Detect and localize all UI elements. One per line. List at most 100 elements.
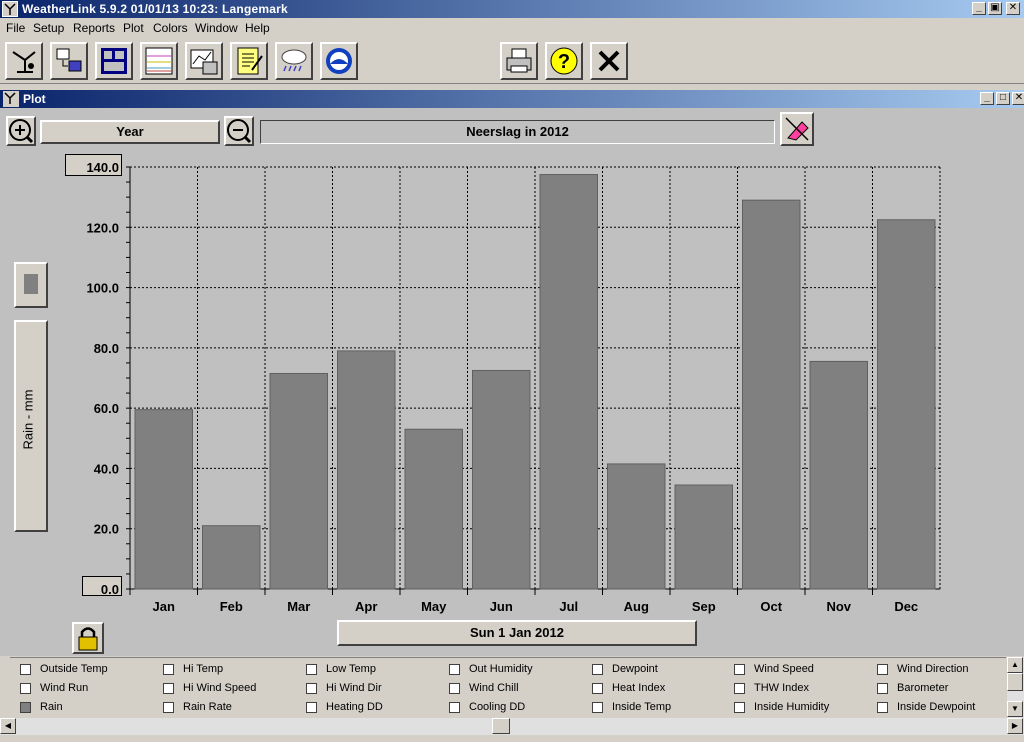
checkbox-box[interactable] — [20, 683, 31, 694]
plot-maximize-button[interactable]: □ — [996, 92, 1010, 105]
menu-reports[interactable]: Reports — [73, 21, 115, 35]
horizontal-scroll-thumb[interactable] — [492, 718, 510, 734]
close-window-button[interactable]: ✕ — [1006, 2, 1020, 15]
x-tick-label: Dec — [894, 599, 918, 614]
noaa-icon[interactable] — [320, 42, 358, 80]
svg-text:?: ? — [558, 51, 570, 73]
plot-window-icon[interactable] — [3, 91, 19, 107]
variable-checklist: Outside Temp Wind Run Rain Hi Temp Hi Wind S… — [10, 657, 1006, 718]
vertical-scroll-thumb[interactable] — [1007, 673, 1023, 691]
notebook-icon[interactable] — [230, 42, 268, 80]
bar-aug — [607, 463, 666, 590]
checkbox-label: Wind Speed — [754, 663, 814, 675]
checkbox-label: Wind Chill — [469, 682, 519, 694]
checkbox-box[interactable] — [592, 702, 603, 713]
app-icon[interactable] — [2, 1, 18, 17]
checkbox-box[interactable] — [306, 683, 317, 694]
scroll-up-button[interactable]: ▲ — [1007, 657, 1023, 673]
y-tick-label: 40.0 — [94, 461, 119, 476]
scroll-left-button[interactable]: ◀ — [0, 718, 16, 734]
checkbox-box[interactable] — [877, 702, 888, 713]
checkbox-box[interactable] — [592, 664, 603, 675]
checkbox-label: Dewpoint — [612, 663, 658, 675]
checkbox-box[interactable] — [449, 702, 460, 713]
x-tick-label: Jan — [153, 599, 175, 614]
toolbar: ? — [0, 38, 1024, 84]
checkbox-label: Out Humidity — [469, 663, 533, 675]
close-icon[interactable] — [590, 42, 628, 80]
x-tick-label: Nov — [826, 599, 851, 614]
station-icon[interactable] — [5, 42, 43, 80]
checkbox-label: Hi Wind Dir — [326, 682, 382, 694]
plot-icon[interactable] — [185, 42, 223, 80]
checkbox-box[interactable] — [163, 664, 174, 675]
x-tick-label: Oct — [760, 599, 782, 614]
help-icon[interactable]: ? — [545, 42, 583, 80]
scroll-down-button[interactable]: ▼ — [1007, 701, 1023, 717]
x-tick-label: May — [421, 599, 447, 614]
menu-colors[interactable]: Colors — [153, 21, 188, 35]
x-tick-label: Aug — [624, 599, 649, 614]
checkbox-box[interactable] — [449, 664, 460, 675]
bar-dec — [877, 219, 936, 590]
checkbox-label: Heating DD — [326, 701, 383, 713]
checkbox-box[interactable] — [163, 683, 174, 694]
checkbox-box[interactable] — [877, 683, 888, 694]
plot-close-button[interactable]: ✕ — [1012, 92, 1024, 105]
download-icon[interactable] — [50, 42, 88, 80]
strip-chart-icon[interactable] — [140, 42, 178, 80]
lock-icon — [78, 627, 98, 651]
vertical-scrollbar[interactable]: ▲ ▼ — [1007, 657, 1024, 718]
app-title-bar: WeatherLink 5.9.2 01/01/13 10:23: Langem… — [0, 0, 1024, 18]
bar-feb — [202, 525, 261, 590]
bar-sep — [674, 484, 733, 590]
menu-plot[interactable]: Plot — [123, 21, 144, 35]
bulletin-icon[interactable] — [95, 42, 133, 80]
checkbox-box[interactable] — [449, 683, 460, 694]
checkbox-box[interactable] — [306, 664, 317, 675]
checkbox-box[interactable] — [592, 683, 603, 694]
app-title: WeatherLink 5.9.2 01/01/13 10:23: Langem… — [22, 2, 288, 16]
checkbox-box[interactable] — [877, 664, 888, 675]
restore-button[interactable]: ▣ — [988, 2, 1002, 15]
checkbox-label: Inside Dewpoint — [897, 701, 976, 713]
plot-window-title-bar: Plot _ □ ✕ — [0, 90, 1024, 108]
date-selector[interactable]: Sun 1 Jan 2012 — [337, 620, 697, 646]
x-tick-label: Apr — [355, 599, 377, 614]
menu-file[interactable]: File — [6, 21, 25, 35]
rain-bar-chart: 0.0 20.0 40.0 60.0 80.0 100.0 120.0 140.0 Jan Feb… — [86, 160, 941, 614]
plot-minimize-button[interactable]: _ — [980, 92, 994, 105]
y-tick-label: 80.0 — [94, 341, 119, 356]
lock-button[interactable] — [72, 622, 104, 654]
weather-cloud-icon[interactable] — [275, 42, 313, 80]
checkbox-box[interactable] — [734, 664, 745, 675]
checkbox-box[interactable] — [20, 664, 31, 675]
y-tick-label: 20.0 — [94, 522, 119, 537]
checkbox-label: Hi Wind Speed — [183, 682, 257, 694]
checkbox-label: Heat Index — [612, 682, 666, 694]
print-icon[interactable] — [500, 42, 538, 80]
menu-bar: File Setup Reports Plot Colors Window He… — [0, 18, 1024, 38]
y-tick-label: 100.0 — [86, 281, 119, 296]
y-tick-label: 60.0 — [94, 401, 119, 416]
menu-setup[interactable]: Setup — [33, 21, 64, 35]
checkbox-box[interactable] — [306, 702, 317, 713]
bar-jul — [539, 174, 598, 590]
bar-mar — [269, 372, 328, 590]
checkbox-label: Wind Run — [40, 682, 89, 694]
scroll-right-button[interactable]: ▶ — [1007, 718, 1023, 734]
bar-apr — [337, 350, 396, 590]
bar-jun — [472, 369, 531, 590]
horizontal-scrollbar[interactable]: ◀ ▶ — [0, 718, 1024, 735]
menu-help[interactable]: Help — [245, 21, 270, 35]
checkbox-box[interactable] — [734, 702, 745, 713]
y-tick-label: 0.0 — [101, 582, 119, 597]
menu-window[interactable]: Window — [195, 21, 238, 35]
checkbox-box[interactable] — [20, 702, 31, 713]
minimize-button[interactable]: _ — [972, 2, 986, 15]
checkbox-label: Inside Temp — [612, 701, 672, 713]
checkbox-box[interactable] — [163, 702, 174, 713]
bar-jan — [134, 409, 193, 590]
plot-area: Year Neerslag in 2012 Rain - mm 0.0 20.0 4… — [0, 108, 1024, 656]
checkbox-box[interactable] — [734, 683, 745, 694]
